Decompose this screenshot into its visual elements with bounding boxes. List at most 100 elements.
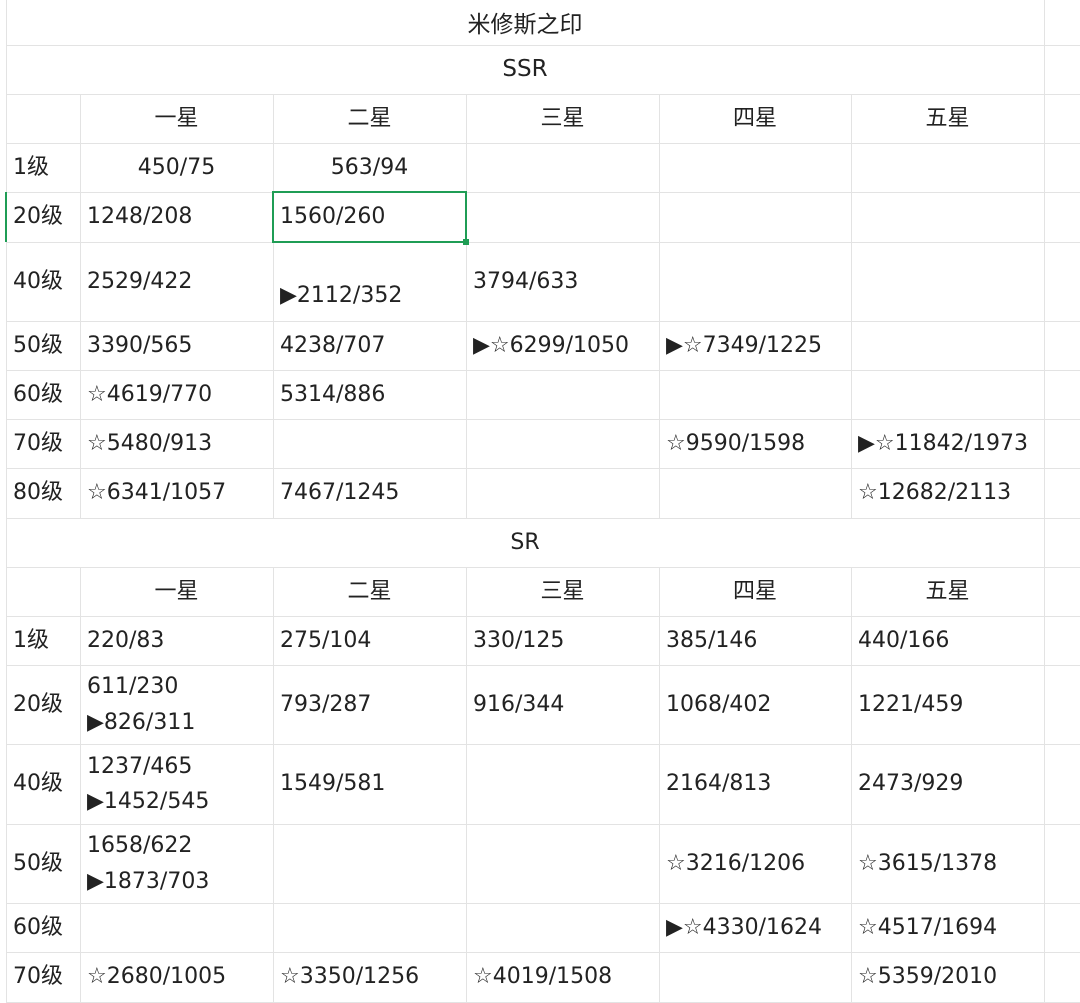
ssr-data-cell[interactable] — [851, 242, 1044, 321]
sr-header-star-2[interactable]: 二星 — [273, 567, 466, 616]
ssr-data-cell[interactable]: ▶☆7349/1225 — [659, 321, 851, 370]
ssr-data-cell[interactable]: ☆6341/1057 — [80, 468, 273, 518]
sheet-title[interactable]: 米修斯之印 — [6, 0, 1044, 44]
ssr-data-cell[interactable] — [659, 468, 851, 518]
sr-section-label[interactable]: SR — [6, 518, 1044, 566]
ssr-data-cell[interactable]: ▶☆11842/1973 — [851, 419, 1044, 468]
sr-data-cell[interactable]: ☆2680/1005 — [80, 952, 273, 1002]
sr-data-cell[interactable]: 916/344 — [466, 665, 659, 744]
ssr-data-cell[interactable]: 4238/707 — [273, 321, 466, 370]
ssr-header-star-1[interactable]: 一星 — [80, 94, 273, 143]
sr-header-corner[interactable] — [6, 567, 80, 616]
ssr-data-cell[interactable] — [466, 370, 659, 419]
ssr-data-cell[interactable]: ☆4619/770 — [80, 370, 273, 419]
sr-level-label[interactable]: 1级 — [6, 616, 80, 665]
sr-data-cell[interactable] — [659, 952, 851, 1002]
ssr-data-cell[interactable] — [466, 143, 659, 192]
ssr-data-cell[interactable] — [659, 143, 851, 192]
ssr-data-cell[interactable]: 450/75 — [80, 143, 273, 192]
ssr-level-label[interactable]: 60级 — [6, 370, 80, 419]
ssr-data-cell[interactable]: 3390/565 — [80, 321, 273, 370]
ssr-data-cell[interactable] — [273, 419, 466, 468]
ssr-data-cell[interactable] — [851, 143, 1044, 192]
ssr-data-cell[interactable] — [659, 370, 851, 419]
sr-data-cell[interactable]: ▶☆4330/1624 — [659, 903, 851, 952]
sr-data-cell[interactable]: 793/287 — [273, 665, 466, 744]
ssr-level-label[interactable]: 20级 — [6, 192, 80, 242]
sr-data-cell[interactable] — [80, 903, 273, 952]
sr-header-star-1[interactable]: 一星 — [80, 567, 273, 616]
sr-data-cell[interactable]: ☆3216/1206 — [659, 824, 851, 903]
ssr-level-label[interactable]: 50级 — [6, 321, 80, 370]
sr-data-cell-line: ☆4019/1508 — [473, 964, 613, 990]
ssr-data-cell[interactable] — [851, 321, 1044, 370]
sr-level-label[interactable]: 60级 — [6, 903, 80, 952]
sr-data-cell[interactable]: 275/104 — [273, 616, 466, 665]
ssr-section-label[interactable]: SSR — [6, 45, 1044, 93]
ssr-data-cell[interactable]: 1560/260 — [273, 192, 466, 242]
ssr-data-cell[interactable]: 563/94 — [273, 143, 466, 192]
ssr-data-cell[interactable] — [659, 192, 851, 242]
sr-data-cell[interactable]: 220/83 — [80, 616, 273, 665]
sr-header-star-4[interactable]: 四星 — [659, 567, 851, 616]
ssr-data-cell[interactable]: ☆9590/1598 — [659, 419, 851, 468]
sr-data-cell[interactable] — [466, 824, 659, 903]
sr-data-cell-line: ☆3216/1206 — [666, 850, 806, 876]
sr-data-cell[interactable]: ☆4019/1508 — [466, 952, 659, 1002]
ssr-data-cell[interactable]: 2529/422 — [80, 242, 273, 321]
sr-level-label[interactable]: 20级 — [6, 665, 80, 744]
ssr-level-label[interactable]: 40级 — [6, 242, 80, 321]
sr-data-cell[interactable]: ☆4517/1694 — [851, 903, 1044, 952]
sr-data-cell[interactable]: 1221/459 — [851, 665, 1044, 744]
ssr-level-label[interactable]: 1级 — [6, 143, 80, 192]
sr-data-cell-line: ▶1452/545 — [87, 789, 210, 814]
ssr-header-star-5[interactable]: 五星 — [851, 94, 1044, 143]
ssr-header-star-3[interactable]: 三星 — [466, 94, 659, 143]
ssr-data-cell[interactable] — [851, 370, 1044, 419]
sr-header-star-3[interactable]: 三星 — [466, 567, 659, 616]
sr-data-cell-line: 1221/459 — [858, 691, 964, 717]
sr-data-cell[interactable]: 330/125 — [466, 616, 659, 665]
sr-data-cell[interactable]: 2164/813 — [659, 744, 851, 824]
ssr-data-cell[interactable] — [851, 192, 1044, 242]
sr-level-label[interactable]: 70级 — [6, 952, 80, 1002]
sr-data-cell[interactable]: 440/166 — [851, 616, 1044, 665]
ssr-data-cell[interactable] — [466, 468, 659, 518]
sr-data-cell[interactable] — [466, 744, 659, 824]
sr-level-label[interactable]: 40级 — [6, 744, 80, 824]
sr-data-cell[interactable]: 385/146 — [659, 616, 851, 665]
ssr-data-cell[interactable]: 5314/886 — [273, 370, 466, 419]
sr-data-cell[interactable] — [273, 824, 466, 903]
ssr-data-cell[interactable] — [466, 192, 659, 242]
sr-data-cell[interactable]: 1658/622 ▶1873/703 — [80, 824, 273, 903]
ssr-data-cell[interactable]: ▶☆6299/1050 — [466, 321, 659, 370]
ssr-data-cell[interactable]: 1248/208 — [80, 192, 273, 242]
sr-data-cell[interactable]: ☆3615/1378 — [851, 824, 1044, 903]
ssr-data-cell[interactable]: ▶2112/352 — [273, 242, 466, 321]
sr-data-cell-line: 275/104 — [280, 627, 372, 653]
ssr-header-corner[interactable] — [6, 94, 80, 143]
sr-data-cell[interactable]: 1068/402 — [659, 665, 851, 744]
ssr-header-star-2[interactable]: 二星 — [273, 94, 466, 143]
sr-data-cell[interactable]: 611/230 ▶826/311 — [80, 665, 273, 744]
sr-data-cell[interactable]: ☆3350/1256 — [273, 952, 466, 1002]
ssr-data-cell[interactable]: 3794/633 — [466, 242, 659, 321]
ssr-level-label[interactable]: 70级 — [6, 419, 80, 468]
ssr-data-cell[interactable] — [466, 419, 659, 468]
sr-data-cell-line: 385/146 — [666, 627, 758, 653]
ssr-data-cell[interactable]: 7467/1245 — [273, 468, 466, 518]
sr-data-cell[interactable] — [273, 903, 466, 952]
sr-data-cell[interactable]: 2473/929 — [851, 744, 1044, 824]
ssr-data-cell[interactable]: ☆5480/913 — [80, 419, 273, 468]
sr-data-cell[interactable] — [466, 903, 659, 952]
ssr-header-star-4[interactable]: 四星 — [659, 94, 851, 143]
sr-data-cell[interactable]: ☆5359/2010 — [851, 952, 1044, 1002]
ssr-level-label[interactable]: 80级 — [6, 468, 80, 518]
sr-data-cell[interactable]: 1549/581 — [273, 744, 466, 824]
sr-data-cell-line: ▶☆4330/1624 — [666, 914, 823, 940]
sr-header-star-5[interactable]: 五星 — [851, 567, 1044, 616]
ssr-data-cell[interactable]: ☆12682/2113 — [851, 468, 1044, 518]
sr-level-label[interactable]: 50级 — [6, 824, 80, 903]
sr-data-cell[interactable]: 1237/465 ▶1452/545 — [80, 744, 273, 824]
ssr-data-cell[interactable] — [659, 242, 851, 321]
